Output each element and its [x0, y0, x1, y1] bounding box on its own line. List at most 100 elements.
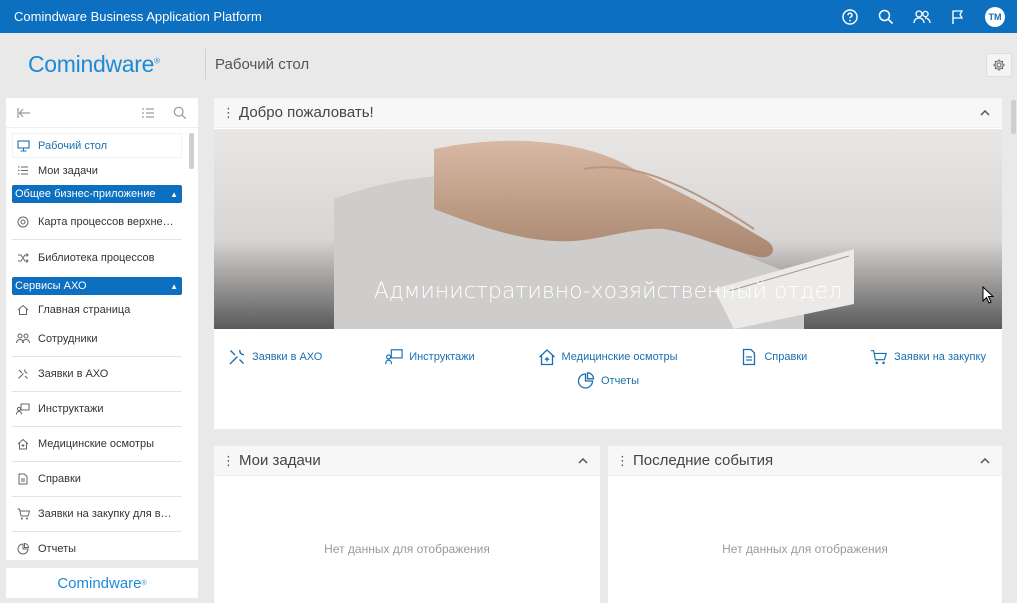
search-icon[interactable] [877, 8, 895, 26]
quick-links: Заявки в АХО Инструктажи Медицинские осм… [214, 348, 1002, 390]
app-title: Comindware Business Application Platform [14, 9, 262, 24]
tasks-list-icon [16, 164, 30, 178]
sidebar: Рабочий стол Мои задачи Общее бизнес-при… [6, 98, 198, 560]
quick-link-certificates[interactable]: Справки [740, 348, 807, 366]
sidebar-item-desktop[interactable]: Рабочий стол [12, 133, 182, 158]
sidebar-item-purchase-requests[interactable]: Заявки на закупку для в… [12, 497, 182, 532]
help-icon[interactable] [841, 8, 859, 26]
chevron-up-icon: ▲ [170, 281, 178, 291]
quick-link-label: Медицинские осмотры [561, 351, 678, 363]
quick-link-label: Инструктажи [409, 351, 475, 363]
gear-icon [993, 59, 1005, 71]
desktop-icon [16, 139, 30, 153]
logo-text: Comindware [28, 51, 155, 77]
quick-link-aho-requests[interactable]: Заявки в АХО [228, 348, 322, 366]
top-bar: Comindware Business Application Platform… [0, 0, 1017, 33]
tools-icon [16, 367, 30, 381]
drag-handle-icon[interactable]: ⋮ [222, 454, 235, 467]
sidebar-item-label: Мои задачи [38, 164, 98, 177]
users-icon[interactable] [913, 8, 931, 26]
sidebar-item-label: Карта процессов верхне… [38, 216, 174, 228]
sidebar-scrollbar[interactable] [189, 133, 194, 169]
sidebar-group-label: Общее бизнес-приложение [15, 188, 156, 200]
page-title: Рабочий стол [215, 56, 310, 73]
hero-banner: Административно-хозяйственный отдел [214, 129, 1002, 329]
mouse-cursor-icon [982, 286, 994, 304]
sidebar-item-label: Сотрудники [38, 333, 98, 345]
welcome-title: Добро пожаловать! [239, 104, 374, 121]
sidebar-item-home[interactable]: Главная страница [12, 297, 182, 322]
chevron-up-icon[interactable] [978, 106, 992, 120]
target-icon [16, 215, 30, 229]
hero-caption: Административно-хозяйственный отдел [373, 279, 843, 304]
header: Comindware® Рабочий стол [0, 33, 1017, 97]
document-icon [16, 472, 30, 486]
sidebar-item-process-library[interactable]: Библиотека процессов [12, 240, 182, 275]
sidebar-search-icon[interactable] [172, 105, 188, 121]
chevron-up-icon: ▲ [170, 189, 178, 199]
instructor-icon [16, 402, 30, 416]
my-tasks-panel-header[interactable]: ⋮ Мои задачи [214, 446, 600, 476]
medical-icon [538, 348, 556, 366]
recent-events-panel: ⋮ Последние события Нет данных для отобр… [608, 446, 1002, 603]
sidebar-item-label: Инструктажи [38, 403, 104, 415]
quick-link-label: Отчеты [600, 375, 640, 387]
chart-icon [577, 372, 595, 390]
quick-link-label: Справки [764, 351, 808, 363]
avatar[interactable]: TM [985, 6, 1005, 27]
chevron-up-icon[interactable] [576, 454, 590, 468]
sidebar-footer-logo: Comindware ® [6, 568, 198, 598]
welcome-panel-header[interactable]: ⋮ Добро пожаловать! [214, 98, 1002, 128]
sidebar-group-business-app[interactable]: Общее бизнес-приложение ▲ [12, 185, 182, 203]
sidebar-toolbar [6, 98, 198, 128]
quick-link-medical[interactable]: Медицинские осмотры [538, 348, 678, 366]
sidebar-item-certificates[interactable]: Справки [12, 462, 182, 497]
quick-link-label: Заявки на закупку [894, 351, 986, 363]
sidebar-item-medical[interactable]: Медицинские осмотры [12, 427, 182, 462]
recent-events-panel-header[interactable]: ⋮ Последние события [608, 446, 1002, 476]
sidebar-item-label: Медицинские осмотры [38, 438, 154, 450]
sidebar-item-reports[interactable]: Отчеты [12, 532, 182, 560]
my-tasks-title: Мои задачи [239, 452, 321, 469]
sidebar-item-label: Заявки на закупку для в… [38, 508, 172, 520]
sidebar-nav: Рабочий стол Мои задачи Общее бизнес-при… [12, 133, 182, 560]
cart-icon [16, 507, 30, 521]
shuffle-icon [16, 251, 30, 265]
sidebar-item-label: Библиотека процессов [38, 251, 155, 264]
header-divider [205, 49, 206, 79]
sidebar-item-employees[interactable]: Сотрудники [12, 322, 182, 357]
sidebar-item-my-tasks[interactable]: Мои задачи [12, 158, 182, 183]
sidebar-item-label: Рабочий стол [38, 139, 108, 152]
recent-events-title: Последние события [633, 452, 774, 469]
collapse-sidebar-icon[interactable] [16, 105, 32, 121]
drag-handle-icon[interactable]: ⋮ [616, 454, 629, 467]
drag-handle-icon[interactable]: ⋮ [222, 106, 235, 119]
sidebar-item-aho-requests[interactable]: Заявки в АХО [12, 357, 182, 392]
sidebar-item-briefings[interactable]: Инструктажи [12, 392, 182, 427]
chevron-up-icon[interactable] [978, 454, 992, 468]
home-icon [16, 303, 30, 317]
list-view-icon[interactable] [140, 105, 156, 121]
sidebar-group-label: Сервисы АХО [15, 280, 87, 292]
sidebar-item-process-map[interactable]: Карта процессов верхне… [12, 205, 182, 240]
cart-icon [870, 348, 888, 366]
top-icons: TM [841, 6, 1005, 27]
quick-link-purchase-requests[interactable]: Заявки на закупку [870, 348, 986, 366]
flag-icon[interactable] [949, 8, 967, 26]
medical-icon [16, 437, 30, 451]
quick-link-reports[interactable]: Отчеты [577, 372, 639, 390]
sidebar-item-label: Заявки в АХО [38, 368, 109, 380]
chart-icon [16, 542, 30, 556]
welcome-panel: ⋮ Добро пожаловать! Административно-хозя… [214, 98, 1002, 429]
document-icon [740, 348, 758, 366]
people-icon [16, 332, 30, 346]
sidebar-item-label: Справки [38, 473, 81, 485]
sidebar-item-label: Отчеты [38, 543, 77, 555]
quick-link-briefings[interactable]: Инструктажи [385, 348, 475, 366]
footer-logo-text: Comindware [57, 574, 142, 592]
main-scrollbar[interactable] [1011, 100, 1016, 134]
settings-button[interactable] [986, 53, 1012, 77]
logo[interactable]: Comindware® [28, 51, 160, 78]
instructor-icon [385, 348, 403, 366]
sidebar-group-aho-services[interactable]: Сервисы АХО ▲ [12, 277, 182, 295]
